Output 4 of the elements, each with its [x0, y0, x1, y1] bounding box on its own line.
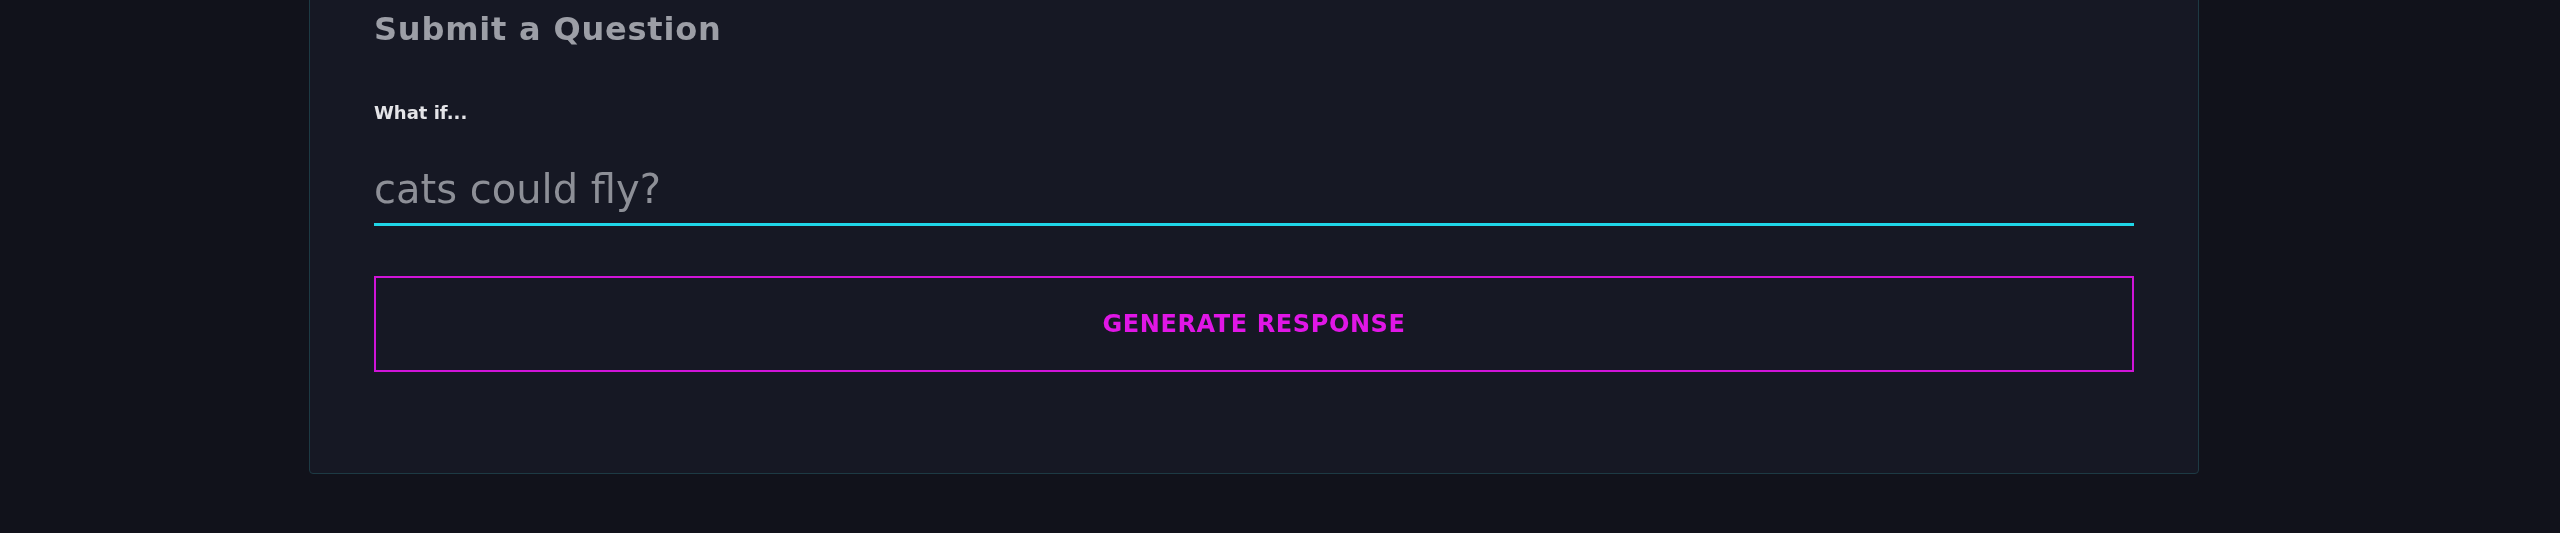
question-input[interactable]: cats could fly?: [374, 154, 2134, 226]
form-title: Submit a Question: [374, 9, 723, 49]
generate-button[interactable]: GENERATE RESPONSE: [374, 276, 2134, 372]
field-label: What if...: [374, 101, 468, 125]
